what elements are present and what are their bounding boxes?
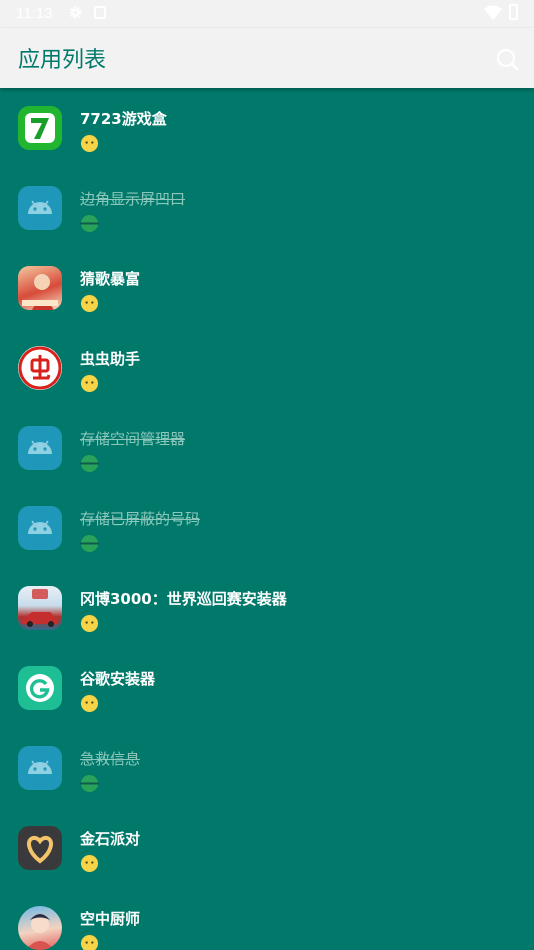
status-face-icon bbox=[80, 614, 99, 633]
wifi-icon bbox=[484, 5, 502, 20]
app-list-item[interactable]: 谷歌安装器 bbox=[0, 648, 534, 728]
app-list-item[interactable]: 存储已屏蔽的号码 bbox=[0, 488, 534, 568]
status-face-icon bbox=[80, 854, 99, 873]
app-name: 7723游戏盒 bbox=[80, 110, 167, 128]
app-list: 7723游戏盒 边角显示屏凹口 猜歌暴富 虫虫助手 存储空间管理器 存储已屏蔽的… bbox=[0, 88, 534, 950]
app-name: 存储已屏蔽的号码 bbox=[80, 510, 201, 528]
status-face-disabled-icon bbox=[80, 774, 99, 793]
app-name: 边角显示屏凹口 bbox=[80, 190, 186, 208]
status-face-icon bbox=[80, 374, 99, 393]
racing-game-icon bbox=[18, 586, 62, 630]
status-face-icon bbox=[80, 934, 99, 950]
status-face-disabled-icon bbox=[80, 454, 99, 473]
app-name: 存储空间管理器 bbox=[80, 430, 186, 448]
app-list-item[interactable]: 边角显示屏凹口 bbox=[0, 168, 534, 248]
app-list-item[interactable]: 存储空间管理器 bbox=[0, 408, 534, 488]
sky-chef-icon bbox=[18, 906, 62, 950]
app-list-item[interactable]: 虫虫助手 bbox=[0, 328, 534, 408]
app-name: 冈博3000：世界巡回赛安装器 bbox=[80, 590, 287, 608]
android-default-icon bbox=[18, 746, 62, 790]
status-face-disabled-icon bbox=[80, 214, 99, 233]
android-default-icon bbox=[18, 426, 62, 470]
search-icon[interactable] bbox=[492, 44, 522, 74]
jinshi-party-icon bbox=[18, 826, 62, 870]
app-list-item[interactable]: 7723游戏盒 bbox=[0, 88, 534, 168]
app-name: 急救信息 bbox=[80, 750, 141, 768]
app-name: 空中厨师 bbox=[80, 910, 141, 928]
settings-gear-icon bbox=[69, 6, 82, 19]
app-name: 金石派对 bbox=[80, 830, 141, 848]
app-list-item[interactable]: 空中厨师 bbox=[0, 888, 534, 950]
chongchong-helper-icon bbox=[18, 346, 62, 390]
status-time: 11:13 bbox=[16, 5, 53, 22]
app-bar: 应用列表 bbox=[0, 28, 534, 88]
app-list-item[interactable]: 猜歌暴富 bbox=[0, 248, 534, 328]
app-name: 谷歌安装器 bbox=[80, 670, 156, 688]
status-face-icon bbox=[80, 694, 99, 713]
notification-box-icon bbox=[94, 6, 106, 19]
app-name: 虫虫助手 bbox=[80, 350, 141, 368]
app-list-item[interactable]: 冈博3000：世界巡回赛安装器 bbox=[0, 568, 534, 648]
app-list-item[interactable]: 金石派对 bbox=[0, 808, 534, 888]
app-name: 猜歌暴富 bbox=[80, 270, 141, 288]
app-list-item[interactable]: 急救信息 bbox=[0, 728, 534, 808]
page-title: 应用列表 bbox=[18, 48, 107, 73]
guess-song-icon bbox=[18, 266, 62, 310]
status-face-icon bbox=[80, 134, 99, 153]
battery-icon bbox=[509, 4, 518, 20]
android-default-icon bbox=[18, 506, 62, 550]
google-installer-icon bbox=[18, 666, 62, 710]
status-bar: 11:13 bbox=[0, 0, 534, 28]
status-face-icon bbox=[80, 294, 99, 313]
7723-game-box-icon bbox=[18, 106, 62, 150]
status-face-disabled-icon bbox=[80, 534, 99, 553]
android-default-icon bbox=[18, 186, 62, 230]
